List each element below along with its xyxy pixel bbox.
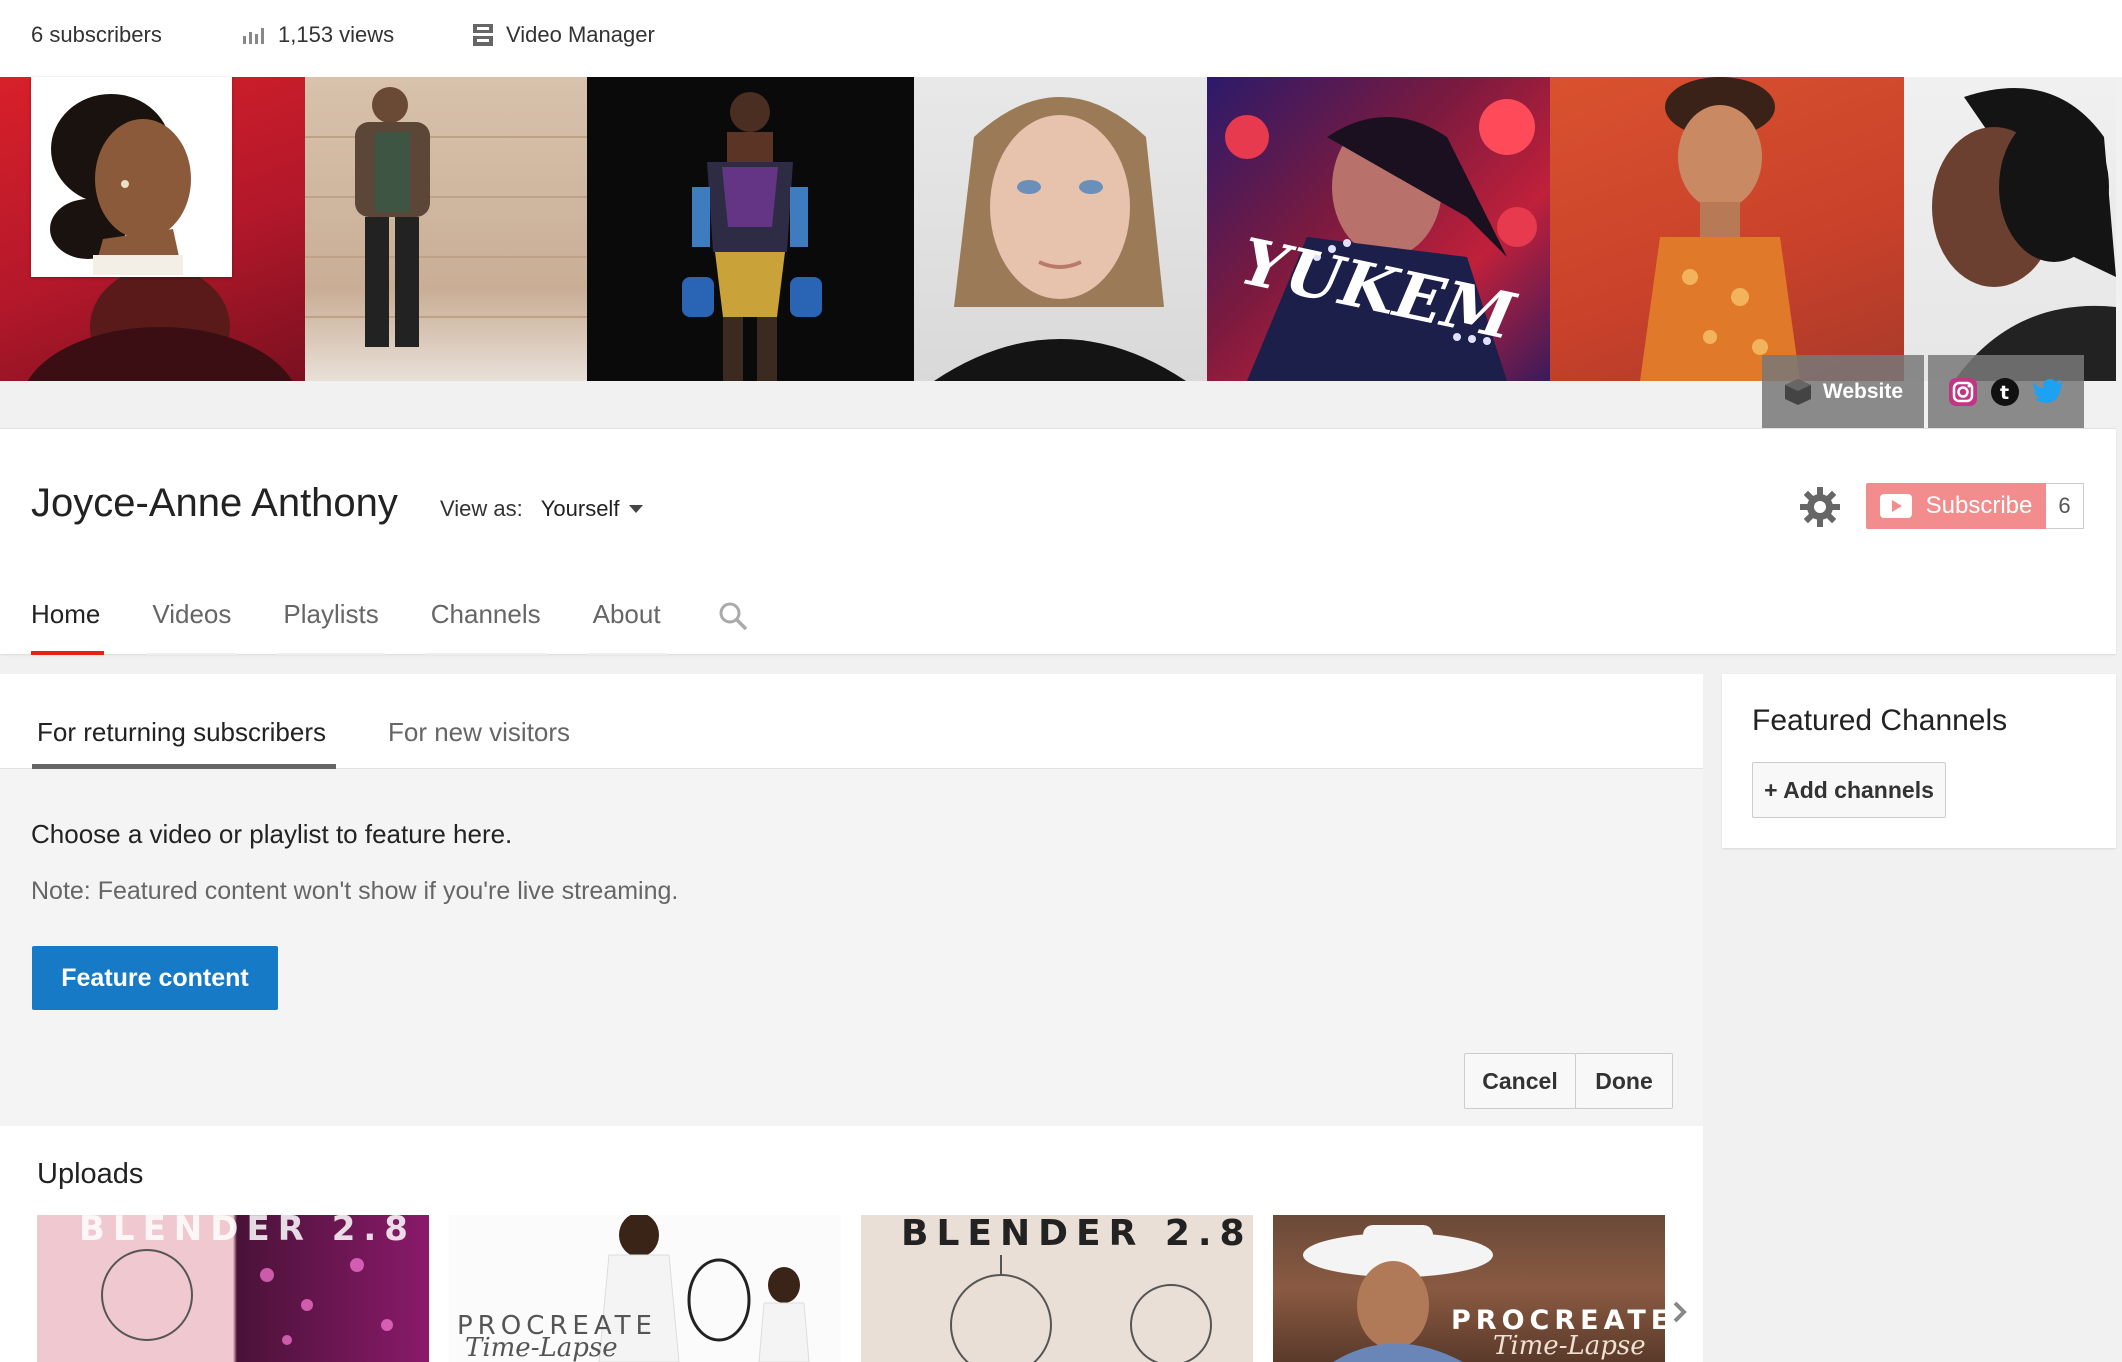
featured-channels-panel: Featured Channels + Add channels <box>1722 674 2116 848</box>
website-link-label: Website <box>1822 379 1904 403</box>
subscriber-count: 6 subscribers <box>31 22 162 48</box>
banner-art-panel <box>587 77 914 381</box>
tab-videos[interactable]: Videos <box>146 599 238 655</box>
website-link[interactable]: Website <box>1762 355 1924 428</box>
thumbnail-subtitle: Time-Lapse <box>1493 1331 1646 1361</box>
channel-stats-bar: 6 subscribers 1,153 views Video Manager <box>0 0 2122 77</box>
feature-instructions: Choose a video or playlist to feature he… <box>31 819 513 849</box>
cancel-button[interactable]: Cancel <box>1464 1053 1576 1109</box>
banner-links: Website t <box>1762 355 2084 428</box>
subscriber-count-badge: 6 <box>2046 483 2084 529</box>
channel-banner[interactable]: YUKEM <box>0 77 2116 381</box>
views-count-label: 1,153 views <box>278 22 395 47</box>
upload-thumbnail[interactable]: BLENDER 2.8 <box>37 1215 429 1362</box>
twitter-icon[interactable] <box>2032 378 2064 406</box>
home-main: For returning subscribers For new visito… <box>0 674 1703 1362</box>
tumblr-icon[interactable]: t <box>1990 377 2020 407</box>
channel-avatar[interactable] <box>31 77 232 277</box>
subscribe-label: Subscribe <box>1925 492 2033 519</box>
social-links: t <box>1928 355 2084 428</box>
channel-name: Joyce-Anne Anthony <box>31 481 398 525</box>
website-icon <box>1784 378 1811 405</box>
subtab-returning-subscribers[interactable]: For returning subscribers <box>37 717 326 748</box>
upload-thumbnail[interactable]: PROCREATE Time-Lapse <box>1273 1215 1665 1362</box>
views-count: 1,153 views <box>242 22 394 48</box>
subscribe-button[interactable]: Subscribe <box>1866 483 2046 529</box>
thumbnail-title: BLENDER 2.8 <box>901 1215 1253 1254</box>
chevron-right-icon[interactable] <box>1672 1300 1688 1324</box>
uploads-title: Uploads <box>37 1158 144 1190</box>
thumbnail-subtitle: Time-Lapse <box>465 1333 618 1362</box>
banner-art-panel <box>1904 77 2116 381</box>
feature-content-button[interactable]: Feature content <box>32 946 278 1010</box>
video-manager-icon <box>473 24 493 46</box>
add-channels-button[interactable]: + Add channels <box>1752 762 1946 818</box>
bar-chart-icon <box>243 28 264 44</box>
caret-down-icon <box>629 505 644 513</box>
feature-panel: Choose a video or playlist to feature he… <box>0 769 1703 1126</box>
thumbnail-title: BLENDER 2.8 <box>79 1215 416 1249</box>
view-as: View as: Yourself <box>440 496 644 522</box>
upload-thumbnail[interactable]: BLENDER 2.8 <box>861 1215 1253 1362</box>
view-as-label: View as: <box>440 496 523 521</box>
banner-art-panel <box>1550 77 1904 381</box>
video-manager-link[interactable]: Video Manager <box>472 22 655 48</box>
search-icon[interactable] <box>718 601 748 631</box>
svg-text:t: t <box>2000 382 2009 404</box>
tab-channels[interactable]: Channels <box>424 599 547 655</box>
upload-thumbnail[interactable]: PROCREATE Time-Lapse <box>449 1215 841 1362</box>
feature-note: Note: Featured content won't show if you… <box>31 877 679 905</box>
view-as-dropdown[interactable]: Yourself <box>541 496 644 522</box>
tab-home[interactable]: Home <box>31 599 105 655</box>
play-logo-icon <box>1879 494 1912 518</box>
tab-about[interactable]: About <box>586 599 667 655</box>
tab-playlists[interactable]: Playlists <box>277 599 386 655</box>
feature-subtabs: For returning subscribers For new visito… <box>0 674 1703 769</box>
banner-art-panel: YUKEM <box>1207 77 1550 381</box>
video-manager-label: Video Manager <box>506 22 655 47</box>
channel-header: Joyce-Anne Anthony View as: Yourself Sub… <box>0 428 2116 655</box>
view-as-value: Yourself <box>540 496 620 521</box>
subscriber-count-label: 6 subscribers <box>31 22 162 47</box>
subscribe-control: Subscribe 6 <box>1866 483 2084 529</box>
done-button[interactable]: Done <box>1575 1053 1673 1109</box>
subtab-new-visitors[interactable]: For new visitors <box>388 717 570 748</box>
banner-art-panel <box>305 77 587 381</box>
gear-icon[interactable] <box>1799 486 1841 528</box>
channel-tabs: Home Videos Playlists Channels About <box>31 599 713 655</box>
featured-channels-title: Featured Channels <box>1752 704 2008 737</box>
instagram-icon[interactable] <box>1948 377 1978 407</box>
banner-art-panel <box>914 77 1207 381</box>
